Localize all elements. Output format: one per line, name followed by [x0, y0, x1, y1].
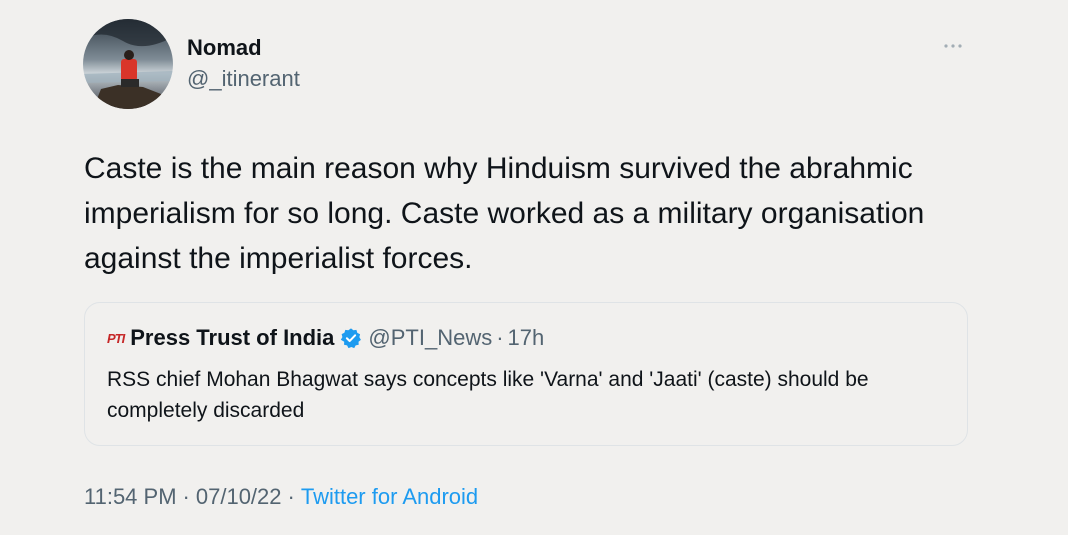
tweet-source-link[interactable]: Twitter for Android — [301, 484, 478, 509]
author-handle[interactable]: @_itinerant — [187, 66, 300, 92]
tweet-date[interactable]: 07/10/22 — [196, 484, 282, 509]
avatar-image — [83, 19, 173, 109]
avatar[interactable] — [83, 19, 173, 109]
meta-separator: · — [287, 484, 295, 509]
verified-badge-icon — [340, 327, 362, 349]
tweet-text: Caste is the main reason why Hinduism su… — [84, 152, 925, 275]
quoted-tweet-header: PTI Press Trust of India @PTI_News · 17h — [107, 325, 544, 351]
tweet-metadata: 11:54 PM · 07/10/22 · Twitter for Android — [84, 484, 478, 510]
quoted-author-name[interactable]: Press Trust of India — [130, 325, 334, 351]
more-horizontal-icon[interactable] — [942, 36, 972, 56]
quoted-timestamp[interactable]: 17h — [508, 325, 545, 351]
quoted-author-logo: PTI — [107, 330, 125, 346]
quoted-tweet[interactable]: PTI Press Trust of India @PTI_News · 17h… — [84, 302, 968, 446]
quoted-author-handle[interactable]: @PTI_News — [368, 325, 492, 351]
tweet: Nomad @_itinerant Caste is the main reas… — [0, 0, 1068, 535]
meta-separator: · — [182, 484, 190, 509]
author-display-name[interactable]: Nomad — [187, 35, 262, 61]
tweet-time[interactable]: 11:54 PM — [84, 484, 177, 509]
quoted-tweet-text: RSS chief Mohan Bhagwat says concepts li… — [107, 368, 869, 422]
quoted-separator: · — [496, 325, 504, 350]
